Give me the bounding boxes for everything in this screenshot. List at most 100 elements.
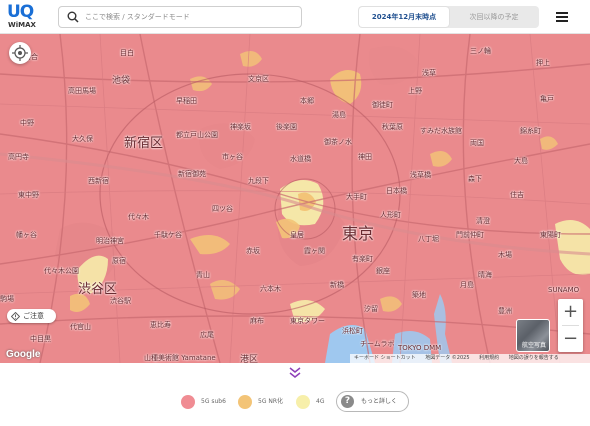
keyboard-shortcuts-link[interactable]: キーボード ショートカット (354, 355, 416, 361)
label-otemachi: 大手町 (346, 193, 367, 201)
label-sumida: すみだ水族館 (420, 127, 462, 135)
legend-label-5g-sub6: 5G sub6 (201, 398, 226, 405)
caution-icon (11, 312, 20, 321)
label-morishita: 森下 (468, 175, 482, 183)
hamburger-menu-icon[interactable] (554, 10, 572, 24)
label-tokyo: 東京 (342, 224, 375, 243)
label-oshima: 大島 (514, 157, 528, 165)
label-kameido: 亀戸 (540, 95, 554, 103)
label-aoyama: 青山 (196, 271, 210, 279)
label-shibuya-station: 渋谷駅 (110, 297, 131, 305)
label-hamamatsucho: 浜松町 (342, 327, 363, 335)
label-suidobashi: 水道橋 (290, 155, 311, 163)
label-yamatane: 山種美術館 Yamatane (144, 354, 216, 362)
report-error-link[interactable]: 地図の誤りを報告する (509, 355, 559, 361)
zoom-out-button[interactable]: − (558, 326, 583, 352)
label-yoyogi-park: 代々木公園 (44, 267, 79, 275)
terms-link[interactable]: 利用規約 (479, 355, 499, 361)
label-shibuya-ku: 渋谷区 (78, 282, 118, 297)
label-asakusabashi: 浅草橋 (410, 171, 431, 179)
label-shiodome: 汐留 (364, 305, 378, 313)
label-akihabara: 秋葉原 (382, 123, 403, 131)
label-asakusa: 浅草 (422, 69, 436, 77)
period-tabs: 2024年12月末時点 次回以降の予定 (358, 6, 539, 28)
label-nakameguro: 中目黒 (30, 335, 51, 343)
label-kiyosumi: 清澄 (476, 217, 490, 225)
label-takadanobaba: 高田馬場 (68, 87, 96, 95)
label-ebisu: 恵比寿 (150, 321, 171, 329)
search-icon (67, 11, 79, 23)
label-hatchobori: 八丁堀 (418, 235, 439, 243)
current-location-button[interactable] (9, 42, 31, 64)
label-toyocho: 東陽町 (540, 231, 561, 239)
label-shinjuku-gyoen: 新宿御苑 (178, 170, 206, 178)
uq-wimax-logo[interactable]: UQ WiMAX (7, 3, 41, 31)
label-hatagaya: 幡ヶ谷 (16, 231, 37, 239)
label-ichigaya: 市ヶ谷 (222, 153, 243, 161)
header-bar: UQ WiMAX 2024年12月末時点 次回以降の予定 (0, 0, 590, 34)
legend-label-5g-nr: 5G NR化 (258, 398, 284, 405)
label-okachimachi: 御徒町 (372, 101, 393, 109)
label-ikebukuro: 池袋 (112, 76, 131, 86)
tab-future-plan[interactable]: 次回以降の予定 (450, 7, 538, 27)
label-toyosu: 豊洲 (498, 307, 512, 315)
chevron-down-icon[interactable] (288, 367, 302, 379)
search-input[interactable] (85, 9, 297, 25)
label-yoyogi: 代々木 (128, 213, 149, 221)
legend-swatch-5g-sub6 (181, 395, 195, 409)
label-kudanshita: 九段下 (248, 177, 269, 185)
label-yurakucho: 有楽町 (352, 255, 373, 263)
label-ryogoku: 両国 (470, 139, 484, 147)
label-komaba: 駒場 (0, 295, 14, 303)
label-hongo: 本郷 (300, 97, 314, 105)
label-korakuen: 後楽園 (276, 123, 297, 131)
label-hiroo: 広尾 (200, 331, 214, 339)
aerial-view-toggle[interactable]: 航空写真 (516, 319, 550, 352)
app-root: UQ WiMAX 2024年12月末時点 次回以降の予定 (0, 0, 590, 426)
aerial-label: 航空写真 (521, 342, 546, 349)
legend-panel: 5G sub6 5G NR化 4G ? もっと詳しく (0, 363, 590, 426)
logo-uq-text: UQ (7, 2, 34, 22)
label-tokyo-dmm: TOKYO DMM (398, 344, 442, 352)
help-question-icon: ? (341, 395, 354, 408)
label-bunkyo-ku: 文京区 (248, 75, 269, 83)
label-azabu: 麻布 (250, 317, 264, 325)
legend-swatch-4g (296, 395, 310, 409)
label-waseda: 早稲田 (176, 97, 197, 105)
search-box[interactable] (58, 6, 302, 28)
label-teamlab: チームラボ (360, 340, 395, 348)
coverage-map[interactable]: 池袋 高田馬場 中野 高円寺 新宿区 都立戸山公園 大久保 新宿御苑 四ツ谷 市… (0, 34, 590, 363)
label-tsukiji: 築地 (412, 291, 426, 299)
tab-current-period[interactable]: 2024年12月末時点 (359, 7, 449, 27)
label-sendagaya: 千駄ケ谷 (154, 231, 182, 239)
label-sumiyoshi: 住吉 (510, 191, 524, 199)
label-nihonbashi: 日本橋 (386, 187, 407, 195)
label-ochanomizu: 御茶ノ水 (324, 138, 352, 146)
zoom-in-button[interactable]: + (558, 299, 583, 325)
caution-button[interactable]: ご注意 (7, 309, 56, 323)
label-okubo: 大久保 (72, 135, 93, 143)
label-kasumigaseki: 霞ヶ関 (304, 247, 325, 255)
more-details-button[interactable]: ? もっと詳しく (336, 391, 409, 412)
label-monzen: 門前仲町 (456, 231, 484, 239)
label-akasaka: 赤坂 (246, 247, 260, 255)
label-nishishinjuku: 西新宿 (88, 177, 109, 185)
label-yotsuya: 四ツ谷 (212, 205, 233, 213)
label-higashinakano: 東中野 (18, 191, 39, 199)
label-minato-ku: 港区 (240, 355, 259, 363)
label-meiji-jingu: 明治神宮 (96, 237, 124, 245)
label-daikanyama: 代官山 (70, 323, 91, 331)
label-ginza: 銀座 (376, 267, 390, 275)
more-details-label: もっと詳しく (361, 398, 398, 405)
label-minowa: 三ノ輪 (470, 47, 491, 55)
logo-wimax-text: WiMAX (8, 21, 36, 29)
label-tsukishima: 月島 (460, 281, 474, 289)
map-data-text: 地図データ ©2025 (425, 355, 470, 361)
label-nakano: 中野 (20, 119, 34, 127)
google-logo: Google (6, 349, 41, 360)
legend-label-4g: 4G (316, 398, 325, 405)
label-kinshicho: 錦糸町 (520, 127, 541, 135)
label-sunamo: SUNAMO (548, 286, 580, 294)
label-shinbashi: 新橋 (330, 281, 344, 289)
locate-icon (12, 45, 28, 61)
